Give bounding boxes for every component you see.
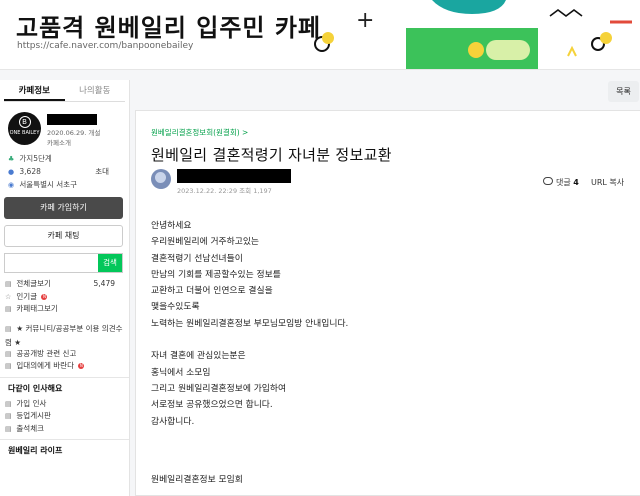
menu-notice-feedback[interactable]: ▤ ★ 커뮤니티/공공부분 이용 의견수렴 ★	[5, 322, 129, 348]
content-gap	[151, 332, 348, 348]
cafe-intro-link[interactable]: 카페소개	[47, 137, 71, 147]
banner-decoration	[314, 0, 632, 69]
section-greetings: 다같이 인사해요	[0, 376, 129, 398]
manager-name-redacted	[47, 114, 97, 125]
post-date: 2023.12.22. 22:29	[177, 187, 238, 195]
board-icon: ▤	[5, 362, 12, 370]
join-cafe-button[interactable]: 카페 가입하기	[4, 197, 123, 219]
comment-link[interactable]: 댓글 4	[556, 177, 579, 188]
content-line: 우리원베일리에 거주하고있는	[151, 237, 260, 248]
tab-cafe-info[interactable]: 카페정보	[4, 80, 65, 101]
author-name-redacted	[177, 169, 291, 183]
invite-link[interactable]: 초대	[95, 165, 109, 178]
content-line: 서로정보 공유했으었으면 합니다.	[151, 400, 273, 411]
cafe-title[interactable]: 고품격 원베일리 입주민 카페	[16, 8, 321, 43]
section-life: 원베일리 라이프	[0, 439, 129, 460]
new-badge: N	[41, 293, 48, 300]
menu-popular-posts[interactable]: ☆ 인기글 N	[5, 291, 129, 304]
new-badge: N	[78, 363, 85, 369]
cafe-chat-button[interactable]: 카페 채팅	[4, 225, 123, 247]
menu-notice-report-label: 공공개방 관련 신고	[16, 348, 77, 358]
comment-icon[interactable]	[543, 177, 553, 185]
comment-label: 댓글	[556, 178, 571, 187]
post-meta: 2023.12.22. 22:29 조회 1,197	[177, 185, 272, 195]
cafe-level-row: ♣ 가지5단계	[8, 152, 129, 165]
post-views: 조회 1,197	[239, 187, 272, 195]
post-content: 안녕하세요 우리원베일리에 거주하고있는 결혼적령기 선남선녀들이 만남의 기회…	[151, 218, 348, 430]
menu-notice-request[interactable]: ▤ 입대의에게 바란다 N	[5, 360, 129, 373]
menu-attendance[interactable]: ▤ 출석체크	[5, 423, 129, 436]
menu-join-greeting-label: 가입 인사	[16, 398, 47, 408]
greetings-menu: ▤ 가입 인사 ▤ 등업게시판 ▤ 출석체크	[0, 398, 129, 436]
cafe-sidebar: 카페정보 나의활동 B ONE BAILEY 2020.06.29. 개설 카페…	[0, 80, 130, 496]
content-line: 결혼적령기 선남선녀들이	[151, 253, 243, 264]
board-menu: ▤ 전체글보기 5,479 ☆ 인기글 N ▤ 카페태그보기 ▤ ★ 커뮤니티/…	[0, 278, 129, 373]
menu-all-posts[interactable]: ▤ 전체글보기 5,479	[5, 278, 129, 291]
tag-icon: ▤	[5, 305, 12, 313]
cafe-banner: 고품격 원베일리 입주민 카페 https://cafe.naver.com/b…	[0, 0, 640, 70]
board-icon: ▤	[5, 412, 12, 420]
all-posts-count: 5,479	[93, 279, 115, 288]
post-title: 원베일리 결혼적령기 자녀분 정보교환	[151, 146, 392, 164]
member-count[interactable]: 3,628	[19, 167, 40, 176]
menu-notice-request-label: 입대의에게 바란다	[16, 361, 74, 370]
content-line: 만남의 기회를 제공할수있는 정보를	[151, 269, 281, 280]
cafe-members-row: ● 3,628 초대	[8, 165, 129, 178]
content-line: 그리고 원베일리결혼정보에 가입하여	[151, 383, 287, 394]
board-icon: ▤	[5, 399, 12, 408]
board-icon: ▤	[5, 424, 12, 433]
author-avatar[interactable]	[151, 169, 171, 189]
content-line: 감사합니다.	[151, 416, 195, 427]
cafe-logo-text: ONE BAILEY	[9, 130, 40, 136]
menu-attendance-label: 출석체크	[16, 423, 44, 433]
comment-count: 4	[573, 178, 579, 187]
cafe-founded-date: 2020.06.29. 개설	[47, 129, 101, 137]
cafe-search: 검색	[4, 253, 123, 276]
list-icon: ▤	[5, 280, 12, 288]
menu-popular-label: 인기글	[16, 291, 38, 301]
cafe-logo-mark: B	[18, 116, 31, 128]
cafe-location-row: ◉ 서울특별시 서초구	[8, 178, 129, 191]
location-pin-icon: ◉	[8, 181, 15, 189]
search-button[interactable]: 검색	[98, 254, 122, 272]
cafe-stats: ♣ 가지5단계 ● 3,628 초대 ◉ 서울특별시 서초구	[0, 152, 129, 191]
content-line: 교환하고 더불어 인연으로 결실을	[151, 286, 273, 297]
content-line: 맺을수있도록	[151, 302, 200, 313]
sidebar-tabs: 카페정보 나의활동	[4, 80, 125, 102]
cafe-page: 고품격 원베일리 입주민 카페 https://cafe.naver.com/b…	[0, 0, 640, 496]
menu-tags-label: 카페태그보기	[16, 304, 58, 313]
content-line: 홍닉에서 소모임	[151, 367, 211, 378]
cafe-logo: B ONE BAILEY	[8, 112, 41, 145]
content-line: 자녀 결혼에 관심있는분은	[151, 351, 246, 362]
menu-levelup-label: 등업게시판	[16, 411, 51, 420]
menu-notice-report[interactable]: ▤ 공공개방 관련 신고	[5, 348, 129, 361]
cafe-search-input[interactable]	[5, 257, 95, 276]
board-icon: ▤	[5, 324, 12, 333]
article: 원베일리결혼정보회(원결회) > 원베일리 결혼적령기 자녀분 정보교환 202…	[135, 110, 640, 496]
post-signature: 원베일리결혼정보 모임회	[151, 475, 243, 485]
cafe-location[interactable]: 서울특별시 서초구	[19, 180, 77, 189]
board-icon: ▤	[5, 349, 12, 358]
menu-join-greeting[interactable]: ▤ 가입 인사	[5, 398, 129, 411]
url-copy-button[interactable]: URL 복사	[591, 177, 624, 188]
tab-my-activity[interactable]: 나의활동	[65, 80, 126, 101]
list-button[interactable]: 목록	[608, 81, 639, 102]
menu-notice-feedback-label: ★ 커뮤니티/공공부분 이용 의견수렴 ★	[5, 323, 123, 347]
menu-tags[interactable]: ▤ 카페태그보기	[5, 303, 129, 316]
menu-levelup-board[interactable]: ▤ 등업게시판	[5, 410, 129, 423]
cafe-level[interactable]: 가지5단계	[19, 154, 51, 163]
board-breadcrumb[interactable]: 원베일리결혼정보회(원결회) >	[151, 127, 248, 138]
content-line: 안녕하세요	[151, 221, 192, 231]
cafe-profile: B ONE BAILEY 2020.06.29. 개설 카페소개	[0, 112, 129, 152]
content-line: 노력하는 원베일리결혼정보 부모님모임방 안내입니다.	[151, 318, 349, 329]
popular-icon: ☆	[5, 292, 12, 301]
menu-all-posts-label: 전체글보기	[16, 279, 51, 288]
cafe-url[interactable]: https://cafe.naver.com/banpoonebailey	[17, 41, 193, 51]
